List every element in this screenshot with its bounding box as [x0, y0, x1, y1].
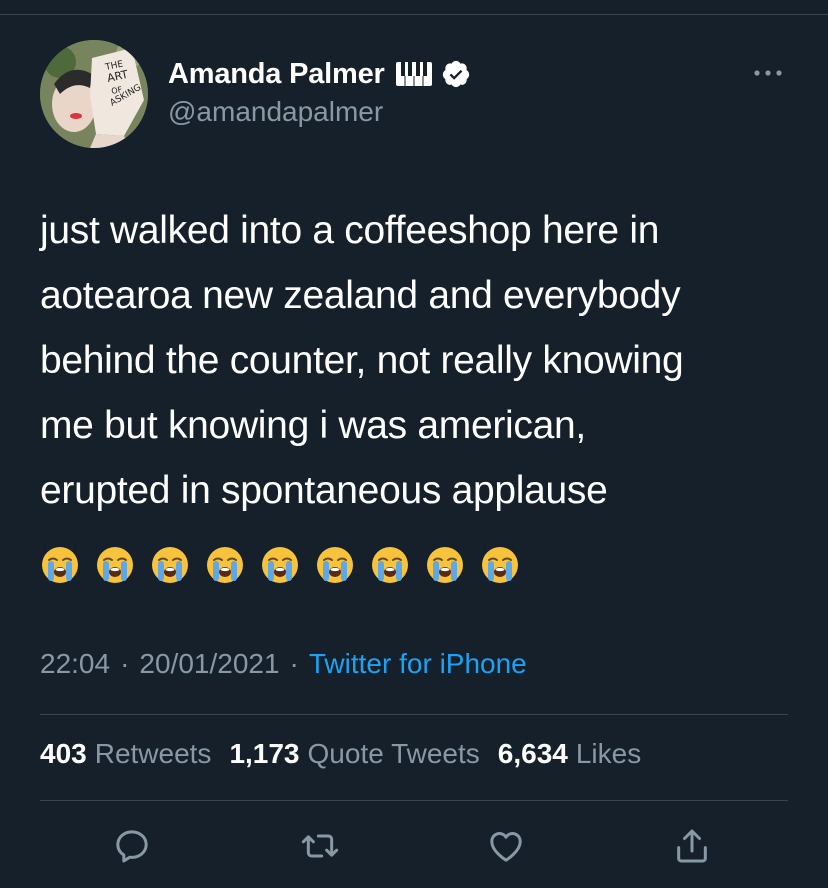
- likes-label: Likes: [575, 738, 642, 769]
- likes-stat[interactable]: 6,634 Likes: [498, 738, 641, 770]
- loudly-crying-face-emoji: [97, 547, 133, 583]
- top-divider: [0, 14, 828, 15]
- quote-tweets-label: Quote Tweets: [307, 738, 480, 769]
- author-handle[interactable]: @amandapalmer: [168, 96, 383, 128]
- loudly-crying-face-emoji: [372, 547, 408, 583]
- piano-keyboard-icon: [395, 62, 432, 86]
- retweets-label: Retweets: [94, 738, 212, 769]
- loudly-crying-face-emoji: [317, 547, 353, 583]
- stats-top-divider: [40, 714, 788, 715]
- tweet-date[interactable]: 20/01/2021: [139, 648, 279, 680]
- more-options-icon[interactable]: [750, 64, 786, 82]
- retweets-stat[interactable]: 403 Retweets: [40, 738, 211, 770]
- loudly-crying-face-emoji: [262, 547, 298, 583]
- like-icon[interactable]: [486, 826, 526, 866]
- avatar-image: THE ART OF ASKING: [40, 40, 148, 148]
- likes-count: 6,634: [497, 738, 568, 769]
- verified-badge-icon: [442, 60, 469, 88]
- loudly-crying-face-emoji: [427, 547, 463, 583]
- emoji-row: [40, 545, 520, 585]
- actions-top-divider: [40, 800, 788, 801]
- share-icon[interactable]: [672, 826, 712, 866]
- meta-separator: ·: [289, 648, 299, 679]
- tweet-source-link[interactable]: Twitter for iPhone: [309, 648, 527, 680]
- loudly-crying-face-emoji: [42, 547, 78, 583]
- author-name-row: Amanda Palmer: [168, 56, 471, 92]
- quote-tweets-count: 1,173: [229, 738, 300, 769]
- avatar[interactable]: THE ART OF ASKING: [40, 40, 148, 148]
- author-name[interactable]: Amanda Palmer: [168, 58, 385, 91]
- retweets-count: 403: [40, 738, 87, 769]
- loudly-crying-face-emoji: [482, 547, 518, 583]
- tweet-time[interactable]: 22:04: [40, 648, 110, 680]
- tweet-meta: 22:04 · 20/01/2021 · Twitter for iPhone: [40, 648, 527, 680]
- retweet-icon[interactable]: [300, 826, 340, 866]
- engagement-stats: 403 Retweets 1,173 Quote Tweets 6,634 Likes: [40, 738, 659, 770]
- reply-icon[interactable]: [112, 826, 152, 866]
- meta-separator: ·: [120, 648, 130, 679]
- loudly-crying-face-emoji: [152, 547, 188, 583]
- tweet-text: just walked into a coffeeshop here in ao…: [40, 209, 684, 512]
- loudly-crying-face-emoji: [207, 547, 243, 583]
- quote-tweets-stat[interactable]: 1,173 Quote Tweets: [229, 738, 479, 770]
